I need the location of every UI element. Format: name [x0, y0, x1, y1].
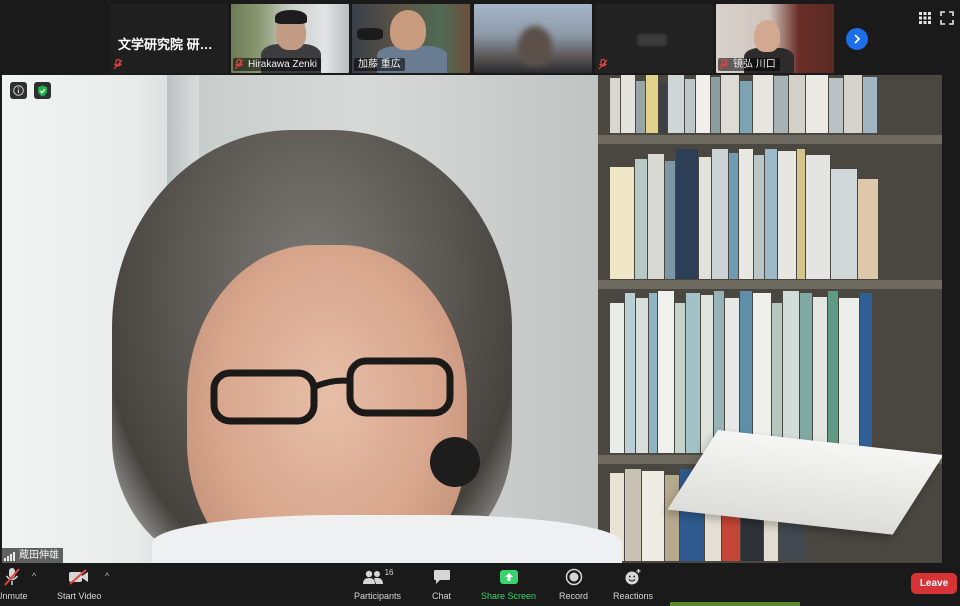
muted-mic-icon — [598, 59, 608, 70]
encryption-shield-icon[interactable] — [34, 82, 51, 99]
share-screen-icon — [499, 570, 518, 584]
participant-tile-4[interactable] — [474, 4, 592, 73]
reactions-button[interactable]: Reactions — [613, 567, 653, 601]
participant-tile-5[interactable] — [595, 4, 713, 73]
active-speaker-video: 蔵田伸雄 — [2, 75, 942, 563]
meeting-info-icon[interactable] — [10, 82, 27, 99]
glasses — [210, 357, 454, 425]
chevron-right-icon — [854, 34, 861, 44]
participants-count: 16 — [384, 568, 394, 577]
record-label: Record — [559, 591, 589, 601]
participant-name-label: Hirakawa Zenki — [233, 58, 321, 71]
share-screen-label: Share Screen — [481, 591, 537, 601]
start-video-button[interactable]: Start Video — [57, 567, 101, 601]
muted-mic-icon — [234, 59, 244, 70]
video-off-icon — [69, 569, 89, 585]
participants-button[interactable]: 16 Participants — [354, 567, 401, 601]
next-page-button[interactable] — [846, 28, 868, 50]
fullscreen-icon[interactable] — [940, 11, 954, 25]
audio-options-caret[interactable]: ^ — [32, 571, 36, 581]
speaker-name: 蔵田伸雄 — [19, 550, 59, 561]
unmute-label: Unmute — [0, 591, 28, 601]
reactions-label: Reactions — [613, 591, 654, 601]
video-options-caret[interactable]: ^ — [105, 571, 109, 581]
muted-mic-icon — [3, 568, 20, 586]
participant-tile-2[interactable]: Hirakawa Zenki — [231, 4, 349, 73]
meeting-toolbar: Unmute ^ Start Video ^ 16 Participants C… — [0, 563, 960, 606]
chat-button[interactable]: Chat — [432, 567, 451, 601]
headset-microphone — [430, 437, 480, 487]
start-video-label: Start Video — [57, 591, 102, 601]
participants-label: Participants — [354, 591, 402, 601]
leave-button[interactable]: Leave — [911, 573, 957, 594]
chat-icon — [433, 570, 450, 584]
gallery-view-icon[interactable] — [918, 11, 932, 25]
signal-strength-icon — [4, 551, 15, 561]
unmute-button[interactable]: Unmute — [0, 567, 28, 601]
muted-mic-icon — [113, 59, 123, 70]
share-screen-button[interactable]: Share Screen — [481, 567, 536, 601]
record-button[interactable]: Record — [559, 567, 588, 601]
participant-tile-6[interactable]: 镜弘 川口 — [716, 4, 834, 73]
blurred-name — [637, 34, 667, 46]
participant-tile-1[interactable]: 文学研究院 研… — [110, 4, 228, 73]
gallery-strip: 文学研究院 研… Hirakawa Zenki 加藤 重広 镜弘 川口 — [0, 0, 960, 75]
participants-icon — [362, 570, 383, 584]
participant-name-label: 加藤 重広 — [354, 58, 405, 71]
participant-tile-3[interactable]: 加藤 重広 — [352, 4, 470, 73]
muted-mic-icon — [719, 59, 729, 70]
chat-label: Chat — [432, 591, 452, 601]
record-icon — [565, 568, 582, 586]
speaker-name-label: 蔵田伸雄 — [2, 548, 63, 563]
reactions-icon — [625, 569, 641, 585]
participant-tile-name-large: 文学研究院 研… — [118, 37, 213, 52]
